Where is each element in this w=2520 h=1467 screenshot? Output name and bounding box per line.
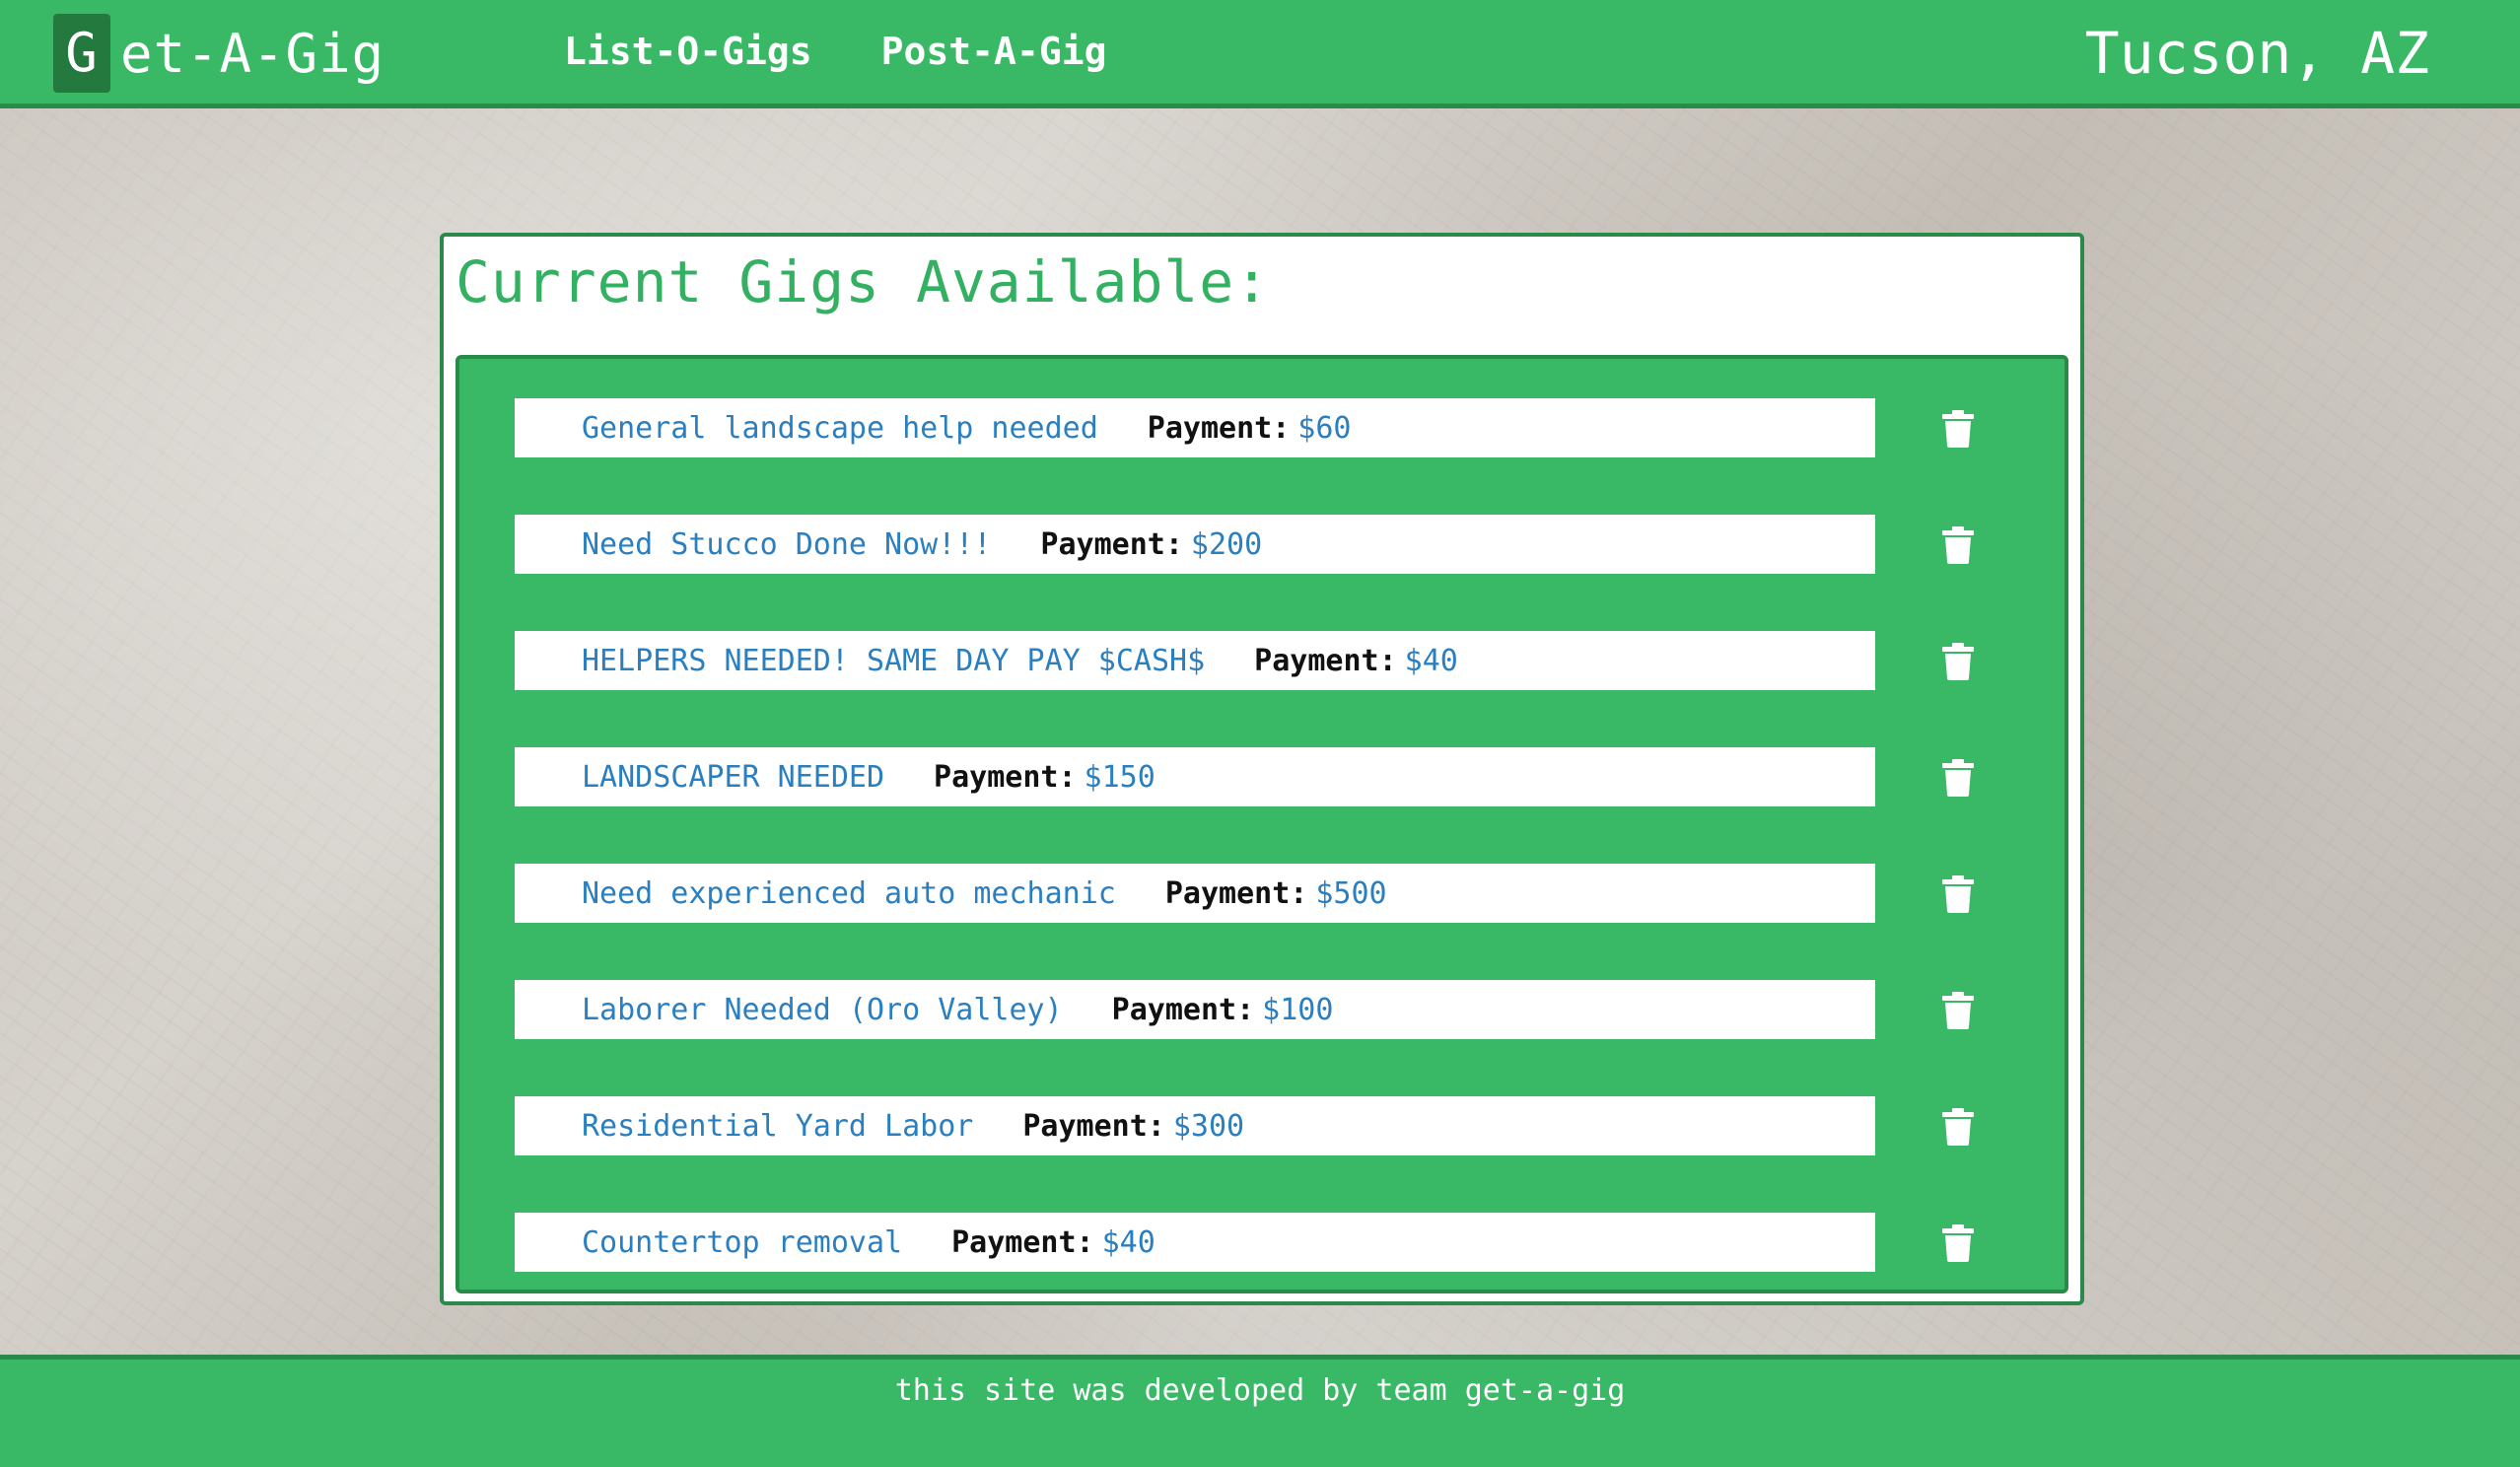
list-item: LANDSCAPER NEEDED Payment: $150 bbox=[459, 747, 2065, 806]
nav-link-post-a-gig[interactable]: Post-A-Gig bbox=[881, 30, 1107, 73]
payment-amount: $40 bbox=[1404, 643, 1458, 678]
payment-amount: $100 bbox=[1262, 992, 1334, 1027]
trash-icon[interactable] bbox=[1940, 526, 1976, 564]
page-title: Current Gigs Available: bbox=[455, 248, 1271, 315]
gig-bar: Need Stucco Done Now!!! Payment: $200 bbox=[515, 515, 1875, 574]
payment-label: Payment: bbox=[1147, 410, 1291, 446]
payment-amount: $40 bbox=[1101, 1224, 1155, 1260]
gig-title-link[interactable]: Need experienced auto mechanic bbox=[582, 876, 1116, 911]
payment-label: Payment: bbox=[934, 759, 1077, 795]
payment-label: Payment: bbox=[1022, 1108, 1165, 1144]
gig-bar: HELPERS NEEDED! SAME DAY PAY $CASH$ Paym… bbox=[515, 631, 1875, 690]
list-item: Need Stucco Done Now!!! Payment: $200 bbox=[459, 515, 2065, 574]
payment-amount: $300 bbox=[1172, 1108, 1245, 1144]
brand-logo-text: et-A-Gig bbox=[120, 22, 385, 85]
gig-title-link[interactable]: Need Stucco Done Now!!! bbox=[582, 527, 991, 562]
footer-credit: this site was developed by team get-a-gi… bbox=[894, 1373, 1626, 1408]
gig-title-link[interactable]: LANDSCAPER NEEDED bbox=[582, 760, 884, 795]
payment-amount: $60 bbox=[1297, 410, 1352, 446]
payment-amount: $150 bbox=[1084, 759, 1155, 795]
nav-link-list-o-gigs[interactable]: List-O-Gigs bbox=[564, 30, 812, 73]
payment-label: Payment: bbox=[1164, 875, 1308, 911]
list-item: Laborer Needed (Oro Valley) Payment: $10… bbox=[459, 980, 2065, 1039]
payment-label: Payment: bbox=[951, 1224, 1094, 1260]
gig-bar: Laborer Needed (Oro Valley) Payment: $10… bbox=[515, 980, 1875, 1039]
brand-logo-letter: G bbox=[53, 14, 110, 93]
list-item: Residential Yard Labor Payment: $300 bbox=[459, 1096, 2065, 1155]
location-label: Tucson, AZ bbox=[2084, 20, 2429, 87]
list-item: HELPERS NEEDED! SAME DAY PAY $CASH$ Paym… bbox=[459, 631, 2065, 690]
gig-title-link[interactable]: Residential Yard Labor bbox=[582, 1109, 973, 1144]
trash-icon[interactable] bbox=[1940, 992, 1976, 1029]
trash-icon[interactable] bbox=[1940, 875, 1976, 913]
gig-title-link[interactable]: Laborer Needed (Oro Valley) bbox=[582, 993, 1063, 1027]
gig-list: General landscape help needed Payment: $… bbox=[455, 355, 2068, 1293]
gig-bar: Residential Yard Labor Payment: $300 bbox=[515, 1096, 1875, 1155]
trash-icon[interactable] bbox=[1940, 643, 1976, 680]
trash-icon[interactable] bbox=[1940, 1224, 1976, 1262]
gig-bar: LANDSCAPER NEEDED Payment: $150 bbox=[515, 747, 1875, 806]
payment-label: Payment: bbox=[1040, 526, 1183, 562]
list-item: Need experienced auto mechanic Payment: … bbox=[459, 864, 2065, 923]
gig-title-link[interactable]: HELPERS NEEDED! SAME DAY PAY $CASH$ bbox=[582, 644, 1205, 678]
gig-bar: Need experienced auto mechanic Payment: … bbox=[515, 864, 1875, 923]
nav-links: List-O-Gigs Post-A-Gig bbox=[564, 30, 1106, 73]
gig-title-link[interactable]: General landscape help needed bbox=[582, 411, 1098, 446]
list-item: Countertop removal Payment: $40 bbox=[459, 1213, 2065, 1272]
trash-icon[interactable] bbox=[1940, 759, 1976, 797]
gig-bar: Countertop removal Payment: $40 bbox=[515, 1213, 1875, 1272]
gig-title-link[interactable]: Countertop removal bbox=[582, 1225, 902, 1260]
gig-bar: General landscape help needed Payment: $… bbox=[515, 398, 1875, 457]
payment-label: Payment: bbox=[1254, 643, 1397, 678]
payment-amount: $500 bbox=[1315, 875, 1387, 911]
top-navbar: G et-A-Gig List-O-Gigs Post-A-Gig Tucson… bbox=[0, 0, 2520, 108]
trash-icon[interactable] bbox=[1940, 410, 1976, 448]
brand-logo[interactable]: G et-A-Gig bbox=[53, 14, 385, 93]
gigs-card: Current Gigs Available: General landscap… bbox=[440, 233, 2084, 1305]
footer: this site was developed by team get-a-gi… bbox=[0, 1355, 2520, 1467]
trash-icon[interactable] bbox=[1940, 1108, 1976, 1146]
payment-label: Payment: bbox=[1111, 992, 1255, 1027]
payment-amount: $200 bbox=[1190, 526, 1263, 562]
list-item: General landscape help needed Payment: $… bbox=[459, 398, 2065, 457]
